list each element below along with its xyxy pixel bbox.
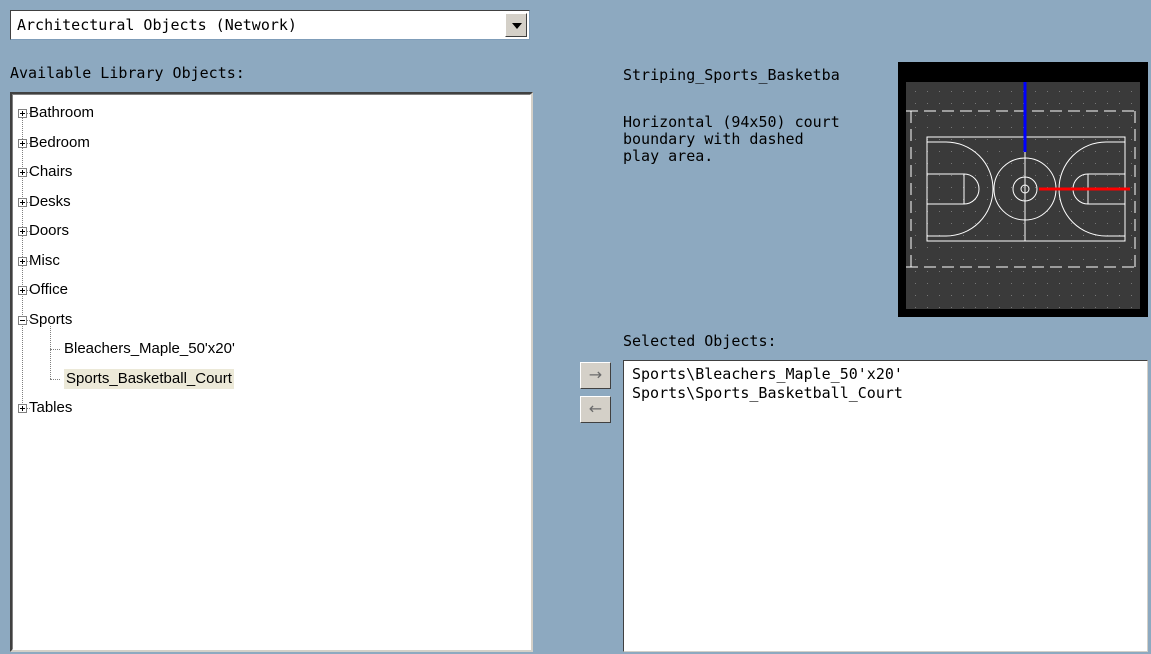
- tree-node-misc[interactable]: Misc: [29, 251, 60, 271]
- list-item[interactable]: Sports\Sports_Basketball_Court: [632, 384, 1139, 403]
- expand-icon[interactable]: [18, 404, 27, 413]
- expand-icon[interactable]: [18, 256, 27, 266]
- description-line: play area.: [623, 147, 714, 165]
- tree-node-tables[interactable]: Tables: [29, 398, 72, 418]
- library-dropdown[interactable]: Architectural Objects (Network): [10, 10, 530, 40]
- preview-object-name: Striping_Sports_Basketba: [623, 66, 840, 84]
- expand-icon[interactable]: [18, 286, 27, 295]
- collapse-icon[interactable]: [18, 315, 27, 325]
- tree-node-doors[interactable]: Doors: [29, 221, 69, 241]
- expand-icon[interactable]: [18, 138, 27, 148]
- expand-icon[interactable]: [18, 197, 27, 207]
- expand-icon[interactable]: [18, 168, 27, 177]
- tree-node-office[interactable]: Office: [29, 280, 68, 300]
- tree-leaf[interactable]: Sports_Basketball_Court: [64, 368, 234, 389]
- tree-node-desks[interactable]: Desks: [29, 192, 71, 212]
- available-objects-label: Available Library Objects:: [10, 64, 245, 82]
- basketball-court-preview: [906, 82, 1140, 309]
- selected-objects-list[interactable]: Sports\Bleachers_Maple_50'x20' Sports\Sp…: [623, 360, 1148, 652]
- description-line: Horizontal (94x50) court: [623, 113, 840, 131]
- tree-node-chairs[interactable]: Chairs: [29, 162, 72, 182]
- expand-icon[interactable]: [18, 109, 27, 118]
- preview-description: Horizontal (94x50) court boundary with d…: [623, 114, 840, 165]
- dropdown-button[interactable]: [505, 13, 527, 37]
- add-button[interactable]: →: [580, 362, 611, 389]
- list-item[interactable]: Sports\Bleachers_Maple_50'x20': [632, 365, 1139, 384]
- tree-leaf[interactable]: Bleachers_Maple_50'x20': [64, 339, 235, 359]
- description-line: boundary with dashed: [623, 130, 804, 148]
- library-tree[interactable]: Bathroom Bedroom Chairs Desks Doors Misc Offic…: [10, 92, 533, 652]
- selected-objects-label: Selected Objects:: [623, 332, 777, 350]
- library-dropdown-value: Architectural Objects (Network): [17, 16, 297, 34]
- arrow-right-icon: →: [588, 365, 603, 384]
- arrow-left-icon: ←: [588, 399, 603, 418]
- chevron-down-icon: [512, 23, 522, 29]
- object-preview: [898, 62, 1148, 317]
- remove-button[interactable]: ←: [580, 396, 611, 423]
- expand-icon[interactable]: [18, 227, 27, 236]
- tree-node-bathroom[interactable]: Bathroom: [29, 103, 94, 123]
- tree-node-bedroom[interactable]: Bedroom: [29, 133, 90, 153]
